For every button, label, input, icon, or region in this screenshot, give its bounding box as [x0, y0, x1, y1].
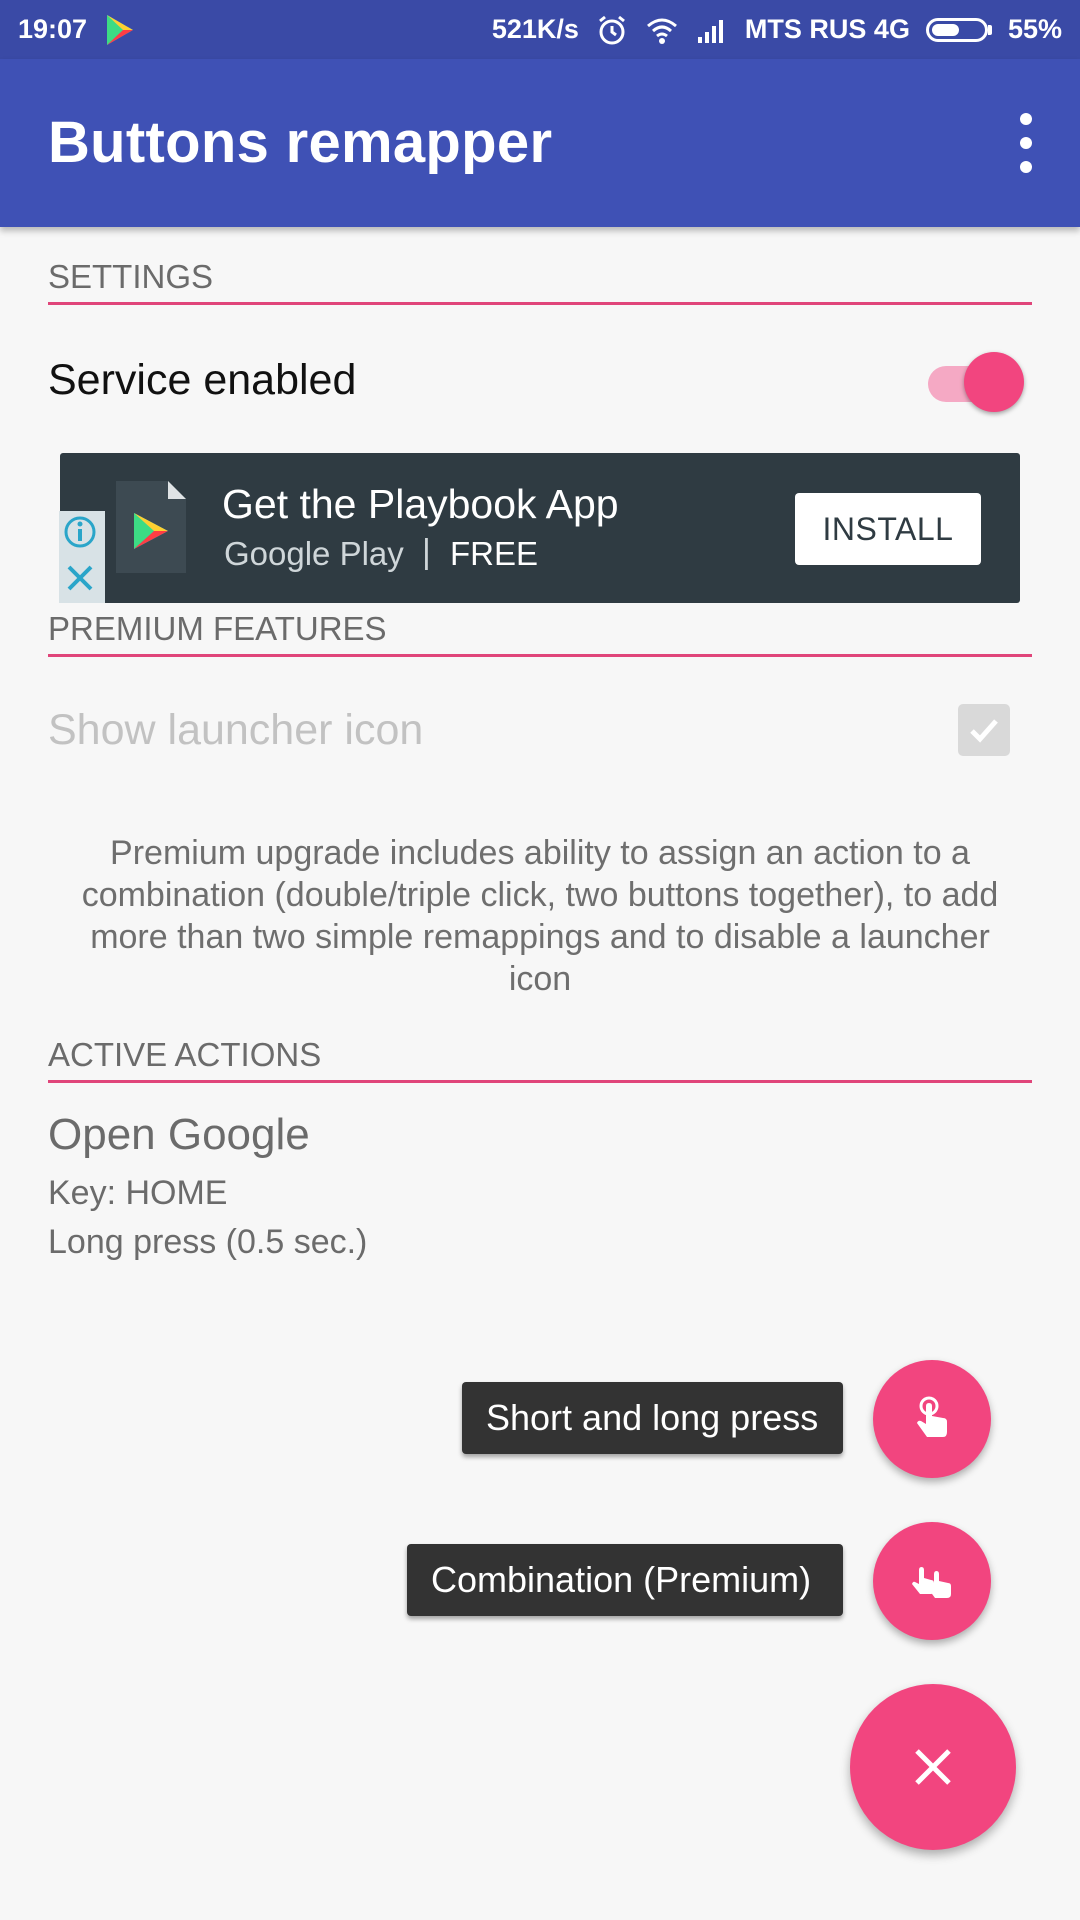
overflow-menu-icon[interactable] — [1006, 113, 1046, 173]
ad-banner[interactable]: Get the Playbook App Google Play | FREE … — [59, 453, 1020, 603]
app-title: Buttons remapper — [48, 110, 553, 175]
combination-button[interactable] — [873, 1522, 991, 1640]
switch-thumb — [964, 352, 1024, 412]
multi-touch-icon — [912, 1567, 951, 1598]
ad-choices — [59, 511, 105, 603]
combination-label[interactable]: Combination (Premium) — [407, 1544, 843, 1616]
show-launcher-icon-label: Show launcher icon — [48, 706, 424, 754]
ad-price: FREE — [450, 535, 539, 572]
active-actions-header: ACTIVE ACTIONS — [48, 1036, 1032, 1083]
settings-header: SETTINGS — [48, 258, 1032, 305]
status-time: 19:07 — [18, 14, 88, 44]
battery-percent: 55% — [1007, 14, 1062, 44]
action-press-type: Long press (0.5 sec.) — [48, 1223, 368, 1261]
action-key: Key: HOME — [48, 1174, 228, 1212]
ad-title: Get the Playbook App — [222, 481, 619, 527]
ad-separator: | — [422, 533, 431, 571]
app-bar: Buttons remapper — [0, 59, 1080, 227]
close-icon[interactable] — [63, 561, 97, 595]
short-long-press-label[interactable]: Short and long press — [462, 1382, 843, 1454]
close-fab-button[interactable] — [850, 1684, 1016, 1850]
premium-features-header: PREMIUM FEATURES — [48, 610, 1032, 657]
battery-icon — [925, 17, 992, 42]
action-title: Open Google — [48, 1110, 310, 1159]
play-store-icon — [107, 14, 134, 45]
ad-store-name: Google Play — [224, 535, 404, 572]
carrier-name: MTS RUS 4G — [744, 14, 910, 44]
status-bar: 19:07 521K/s MTS RUS 4G 55% — [0, 0, 1080, 59]
network-speed: 521K/s — [491, 14, 579, 44]
info-icon[interactable] — [63, 515, 97, 549]
alarm-icon — [598, 15, 625, 44]
short-long-press-button[interactable] — [873, 1360, 991, 1478]
signal-icon — [697, 19, 723, 43]
close-icon — [915, 1749, 951, 1785]
service-enabled-switch[interactable] — [926, 346, 1024, 414]
install-button[interactable]: INSTALL — [795, 493, 981, 565]
premium-description: Premium upgrade includes ability to assi… — [81, 834, 999, 998]
check-icon — [970, 719, 998, 743]
touch-icon — [917, 1396, 947, 1437]
playbook-app-icon — [116, 481, 186, 573]
show-launcher-icon-checkbox[interactable] — [958, 704, 1010, 756]
service-enabled-label: Service enabled — [48, 356, 357, 404]
wifi-icon — [646, 18, 677, 44]
